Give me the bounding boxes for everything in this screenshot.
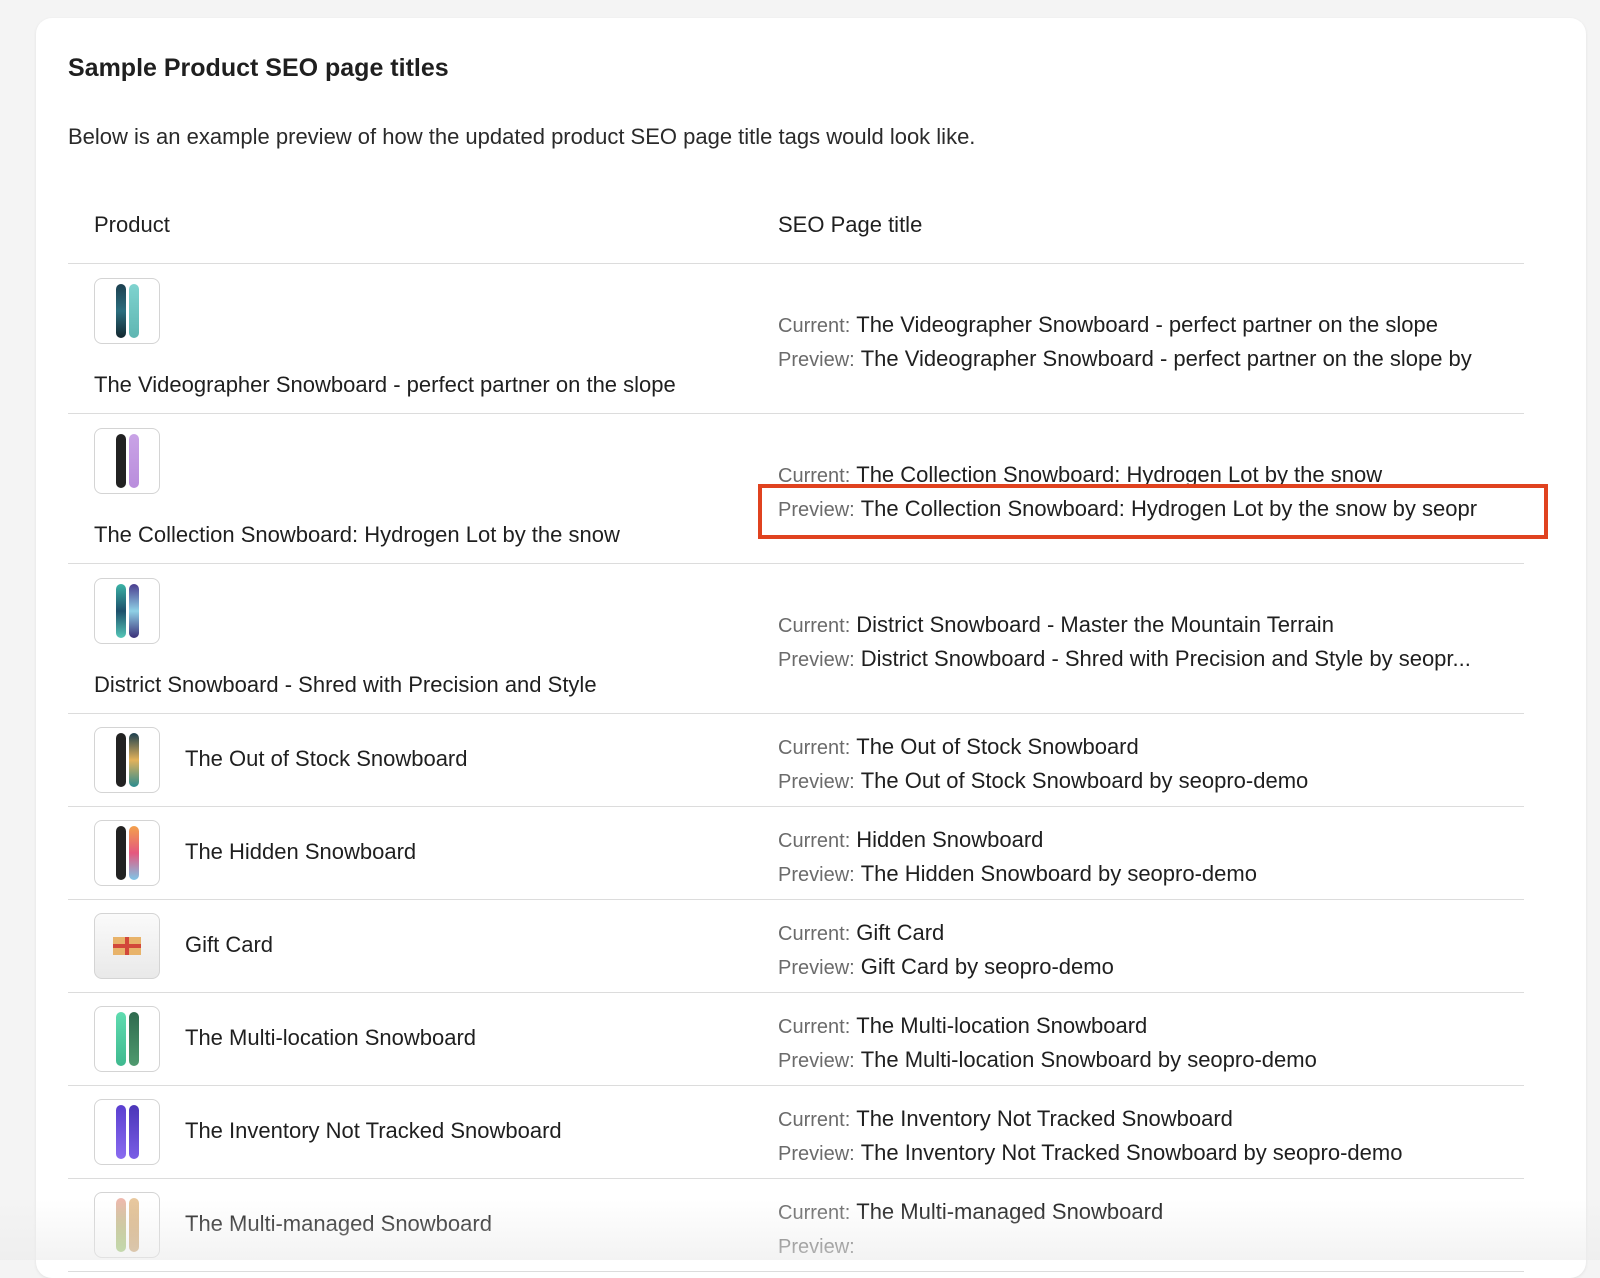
table-row: District Snowboard - Shred with Precisio…: [68, 564, 1524, 714]
column-header-seo-page-title: SEO Page title: [778, 212, 923, 237]
seo-title-cell: Current: Gift Card Preview: Gift Card by s…: [778, 916, 1524, 984]
table-row: The Inventory Not Tracked Snowboard Curr…: [68, 1086, 1524, 1179]
product-name: The Out of Stock Snowboard: [185, 746, 468, 771]
current-title: The Multi-managed Snowboard: [856, 1199, 1164, 1224]
snowboard-image-icon: [94, 1192, 160, 1258]
product-name: Gift Card: [185, 932, 274, 957]
product-name: The Collection Snowboard: Hydrogen Lot b…: [94, 522, 620, 547]
preview-title: The Videographer Snowboard - perfect par…: [860, 346, 1472, 371]
seo-title-cell: Current: The Multi-location Snowboard Pre…: [778, 1009, 1524, 1077]
current-label: Current:: [778, 315, 851, 337]
current-title: The Videographer Snowboard - perfect par…: [856, 312, 1438, 337]
column-header-product: Product: [94, 212, 170, 237]
preview-label: Preview:: [778, 957, 855, 979]
seo-title-cell: Current: The Videographer Snowboard - per…: [778, 308, 1524, 376]
seo-title-cell: Current: The Inventory Not Tracked Snowbo…: [778, 1102, 1524, 1170]
preview-label: Preview:: [778, 771, 855, 793]
table-row: The Multi-managed Snowboard Current: The …: [68, 1179, 1524, 1272]
current-label: Current:: [778, 615, 851, 637]
table-row: The Videographer Snowboard - perfect par…: [68, 264, 1524, 414]
preview-label: Preview:: [778, 864, 855, 886]
current-title: The Collection Snowboard: Hydrogen Lot b…: [856, 462, 1383, 487]
preview-label: Preview:: [778, 649, 855, 671]
product-name: The Hidden Snowboard: [185, 839, 417, 864]
snowboard-image-icon: [94, 1099, 160, 1165]
snowboard-image-icon: [94, 278, 160, 344]
product-name: The Multi-location Snowboard: [185, 1025, 477, 1050]
preview-title: The Collection Snowboard: Hydrogen Lot b…: [860, 496, 1478, 521]
preview-label: Preview:: [778, 349, 855, 371]
preview-label: Preview:: [778, 1050, 855, 1072]
preview-title: District Snowboard - Shred with Precisio…: [860, 646, 1471, 671]
current-label: Current:: [778, 1109, 851, 1131]
preview-title: The Out of Stock Snowboard by seopro-dem…: [860, 768, 1309, 793]
current-label: Current:: [778, 1016, 851, 1038]
product-name: The Inventory Not Tracked Snowboard: [185, 1118, 562, 1143]
product-name: District Snowboard - Shred with Precisio…: [94, 672, 597, 697]
table-row: The Multi-location Snowboard Current: The…: [68, 993, 1524, 1086]
preview-title: The Hidden Snowboard by seopro-demo: [860, 861, 1257, 886]
snowboard-image-icon: [94, 1006, 160, 1072]
table-row: The Out of Stock Snowboard Current: The O…: [68, 714, 1524, 807]
current-label: Current:: [778, 830, 851, 852]
seo-title-cell: Current: District Snowboard - Master the …: [778, 608, 1524, 676]
preview-label: Preview:: [778, 1236, 855, 1258]
seo-title-cell: Current: The Multi-managed Snowboard Prev…: [778, 1195, 1524, 1263]
table-row: The Hidden Snowboard Current: Hidden Snow…: [68, 807, 1524, 900]
current-label: Current:: [778, 1202, 851, 1224]
seo-titles-card: Sample Product SEO page titles Below is …: [36, 18, 1586, 1278]
seo-titles-table: Product SEO Page title The Videographer …: [68, 198, 1524, 1272]
preview-title: The Inventory Not Tracked Snowboard by s…: [860, 1140, 1403, 1165]
current-label: Current:: [778, 737, 851, 759]
snowboard-image-icon: [94, 820, 160, 886]
current-label: Current:: [778, 923, 851, 945]
current-title: Hidden Snowboard: [856, 827, 1044, 852]
snowboard-image-icon: [94, 727, 160, 793]
current-label: Current:: [778, 465, 851, 487]
seo-title-cell: Current: The Out of Stock Snowboard Previ…: [778, 730, 1524, 798]
table-row: The Collection Snowboard: Hydrogen Lot b…: [68, 414, 1524, 564]
card-description: Below is an example preview of how the u…: [68, 124, 976, 149]
seo-title-cell: Current: Hidden Snowboard Preview: The Hid…: [778, 823, 1524, 891]
current-title: District Snowboard - Master the Mountain…: [856, 612, 1334, 637]
seo-title-cell: Current: The Collection Snowboard: Hydrog…: [778, 458, 1524, 526]
card-title: Sample Product SEO page titles: [68, 54, 449, 82]
current-title: The Out of Stock Snowboard: [856, 734, 1139, 759]
current-title: Gift Card: [856, 920, 945, 945]
table-row: Gift Card Current: Gift Card Preview: Gift…: [68, 900, 1524, 993]
snowboard-image-icon: [94, 428, 160, 494]
current-title: The Multi-location Snowboard: [856, 1013, 1148, 1038]
product-name: The Multi-managed Snowboard: [185, 1211, 492, 1236]
snowboard-image-icon: [94, 578, 160, 644]
preview-label: Preview:: [778, 1143, 855, 1165]
preview-label: Preview:: [778, 499, 855, 521]
table-header: Product SEO Page title: [68, 198, 1524, 264]
preview-title: The Multi-location Snowboard by seopro-d…: [860, 1047, 1317, 1072]
current-title: The Inventory Not Tracked Snowboard: [856, 1106, 1233, 1131]
preview-title: Gift Card by seopro-demo: [860, 954, 1114, 979]
product-name: The Videographer Snowboard - perfect par…: [94, 372, 676, 397]
gift-card-image-icon: [94, 913, 160, 979]
